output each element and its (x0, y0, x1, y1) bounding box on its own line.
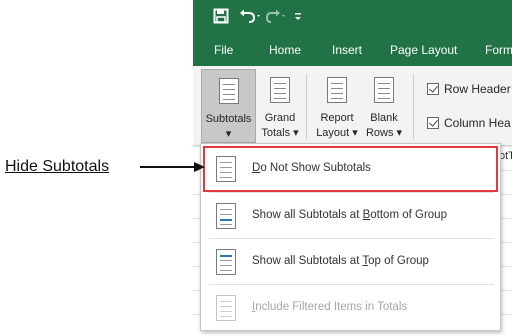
report-layout-label-2: Layout ▾ (316, 127, 358, 139)
blank-rows-label: Blank (370, 112, 398, 124)
checkbox-checked-icon (427, 83, 439, 95)
report-layout-icon (327, 77, 347, 103)
undo-icon[interactable] (239, 8, 261, 24)
ribbon-tabs: File Home Insert Page Layout Form (193, 33, 512, 66)
redo-icon[interactable] (265, 8, 287, 24)
menu-separator (209, 238, 494, 239)
grand-totals-button[interactable]: Grand Totals ▾ (258, 69, 302, 143)
column-headers-checkbox[interactable]: Column Hea (427, 116, 511, 130)
menu-separator (209, 192, 494, 193)
ribbon-separator (413, 74, 414, 140)
ribbon-separator (306, 74, 307, 140)
blank-rows-icon (374, 77, 394, 103)
checkbox-checked-icon (427, 117, 439, 129)
menu-item-do-not-show-subtotals[interactable]: Do Not Show Subtotals (203, 146, 498, 192)
filtered-totals-icon (216, 295, 236, 321)
row-headers-label: Row Header (444, 82, 511, 96)
callout-arrow-icon (140, 162, 205, 172)
tab-formulas[interactable]: Form (485, 43, 512, 57)
grand-totals-icon (270, 77, 290, 103)
menu-item-label: Do Not Show Subtotals (252, 162, 371, 174)
tab-home[interactable]: Home (269, 43, 301, 57)
tab-page-layout[interactable]: Page Layout (390, 43, 457, 57)
blank-rows-label-2: Rows ▾ (365, 127, 403, 139)
blank-rows-button[interactable]: Blank Rows ▾ (363, 69, 405, 143)
subtotals-dropdown-arrow: ▾ (225, 128, 232, 140)
no-subtotals-icon (216, 156, 236, 182)
grand-totals-label-2: Totals ▾ (261, 127, 299, 139)
subtotals-button[interactable]: Subtotals ▾ (201, 69, 256, 143)
row-headers-checkbox[interactable]: Row Header (427, 82, 511, 96)
menu-item-label: Show all Subtotals at Top of Group (252, 255, 429, 267)
menu-separator (209, 284, 494, 285)
grand-totals-label: Grand (264, 112, 296, 124)
menu-item-label: Include Filtered Items in Totals (252, 301, 408, 313)
menu-item-include-filtered-items[interactable]: Include Filtered Items in Totals (204, 286, 497, 330)
ribbon: Subtotals ▾ Grand Totals ▾ Report Layout… (193, 66, 512, 146)
subtotals-top-icon (216, 249, 236, 275)
tab-insert[interactable]: Insert (332, 43, 362, 57)
report-layout-button[interactable]: Report Layout ▾ (312, 69, 362, 143)
tab-file[interactable]: File (214, 43, 233, 57)
report-layout-label: Report (320, 112, 354, 124)
save-icon[interactable] (213, 8, 229, 24)
subtotals-label: Subtotals (205, 113, 252, 125)
menu-item-subtotals-at-top[interactable]: Show all Subtotals at Top of Group (204, 240, 497, 284)
subtotals-dropdown-menu: Do Not Show Subtotals Show all Subtotals… (200, 143, 501, 331)
menu-item-label: Show all Subtotals at Bottom of Group (252, 209, 447, 221)
subtotals-bottom-icon (216, 203, 236, 229)
subtotals-icon (218, 78, 239, 104)
column-headers-label: Column Hea (444, 116, 511, 130)
quick-access-toolbar (193, 0, 512, 33)
callout-label: Hide Subtotals (5, 158, 110, 175)
customize-qat-icon[interactable] (293, 9, 303, 23)
menu-item-subtotals-at-bottom[interactable]: Show all Subtotals at Bottom of Group (204, 194, 497, 238)
